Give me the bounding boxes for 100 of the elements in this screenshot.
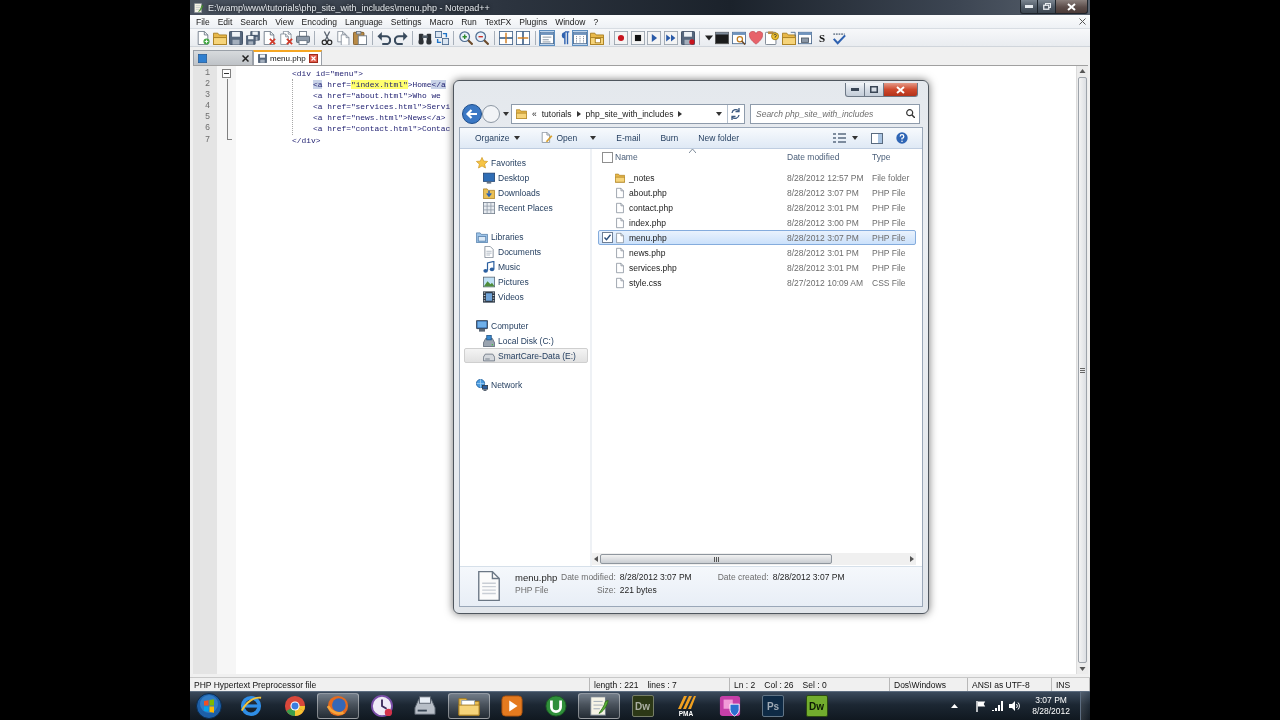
scrollbar[interactable] bbox=[1076, 66, 1088, 674]
maximize-button[interactable] bbox=[1038, 0, 1056, 14]
command-button[interactable]: E-mail bbox=[606, 133, 651, 143]
nav-item[interactable]: Videos bbox=[464, 289, 588, 304]
checkbox[interactable] bbox=[602, 232, 613, 243]
tab[interactable] bbox=[193, 50, 253, 65]
play-icon[interactable] bbox=[647, 30, 662, 45]
file-row[interactable]: menu.php 8/28/2012 3:07 PM PHP File bbox=[598, 230, 916, 245]
menu-item[interactable]: Macro bbox=[425, 16, 458, 27]
command-button[interactable]: New folder bbox=[688, 133, 749, 143]
menu-item[interactable]: Settings bbox=[386, 16, 426, 27]
undo-icon[interactable] bbox=[377, 30, 392, 45]
window-lines-icon[interactable] bbox=[540, 30, 555, 45]
view-options-icon[interactable] bbox=[833, 133, 846, 143]
menu-item[interactable]: TextFX bbox=[480, 16, 516, 27]
file-row[interactable]: contact.php 8/28/2012 3:01 PM PHP File bbox=[598, 200, 916, 215]
minimize-button[interactable] bbox=[1020, 0, 1038, 14]
menu-item[interactable]: Search bbox=[236, 16, 272, 27]
scissors-icon[interactable] bbox=[319, 30, 334, 45]
caret-up-icon[interactable] bbox=[951, 704, 959, 708]
nav-item[interactable]: SmartCare-Data (E:) bbox=[464, 348, 588, 363]
taskbar-button[interactable]: Dw bbox=[795, 693, 838, 719]
file-row[interactable]: news.php 8/28/2012 3:01 PM PHP File bbox=[598, 245, 916, 260]
clipboard-icon[interactable] bbox=[352, 30, 367, 45]
taskbar-button[interactable] bbox=[447, 693, 490, 719]
window-columns-icon[interactable] bbox=[573, 30, 588, 45]
taskbar-button[interactable]: Ps bbox=[752, 693, 794, 719]
scrollbar[interactable] bbox=[592, 553, 916, 565]
address-bar[interactable]: « tutorials php_site_with_includes bbox=[511, 103, 745, 124]
tab[interactable]: menu.php bbox=[253, 50, 322, 65]
nav-item[interactable]: Network bbox=[464, 377, 588, 392]
file-row[interactable]: style.css 8/27/2012 10:09 AM CSS File bbox=[598, 275, 916, 290]
menu-item[interactable]: Run bbox=[457, 16, 481, 27]
new-page-icon[interactable] bbox=[196, 30, 210, 45]
minimize-button[interactable] bbox=[845, 83, 865, 97]
column-header[interactable]: Date modified bbox=[787, 149, 872, 165]
nav-item[interactable]: Pictures bbox=[464, 274, 588, 289]
menu-item[interactable]: Language bbox=[341, 16, 387, 27]
back-icon[interactable] bbox=[462, 103, 482, 124]
nav-item[interactable]: Libraries bbox=[464, 229, 588, 244]
swap-arrows-icon[interactable] bbox=[434, 30, 449, 45]
stacked-windows-icon[interactable] bbox=[499, 30, 514, 45]
zoom-out-icon[interactable] bbox=[475, 30, 490, 45]
caret-down-icon[interactable] bbox=[503, 111, 509, 116]
scrollbar-thumb[interactable] bbox=[600, 554, 832, 564]
scroll-right-icon[interactable] bbox=[910, 556, 914, 562]
command-button[interactable]: Burn bbox=[650, 133, 689, 143]
show-desktop-button[interactable] bbox=[1080, 692, 1090, 720]
dropdown-button[interactable]: Open bbox=[529, 132, 607, 144]
pages-close-icon[interactable] bbox=[278, 30, 293, 45]
maximize-button[interactable] bbox=[865, 83, 884, 97]
heart-icon[interactable] bbox=[748, 30, 763, 45]
flag-icon[interactable] bbox=[976, 700, 987, 712]
menu-item[interactable]: Plugins bbox=[515, 16, 552, 27]
file-row[interactable]: about.php 8/28/2012 3:07 PM PHP File bbox=[598, 185, 916, 200]
breadcrumb[interactable]: tutorials bbox=[541, 108, 572, 119]
terminal-icon[interactable] bbox=[715, 30, 730, 45]
spellcheck-icon[interactable] bbox=[831, 30, 846, 45]
fold-toggle-icon[interactable] bbox=[222, 68, 231, 78]
breadcrumb-overflow[interactable]: « bbox=[532, 108, 537, 119]
nav-item[interactable]: Local Disk (C:) bbox=[464, 333, 588, 348]
zoom-in-icon[interactable] bbox=[458, 30, 473, 45]
menu-item[interactable]: File bbox=[192, 16, 214, 27]
folder-icon[interactable] bbox=[781, 30, 796, 45]
menu-item[interactable]: ? bbox=[589, 16, 603, 27]
nav-item[interactable]: Music bbox=[464, 259, 588, 274]
scroll-left-icon[interactable] bbox=[594, 556, 598, 562]
floppy-disks-icon[interactable] bbox=[245, 30, 260, 45]
nav-item[interactable]: Computer bbox=[464, 318, 588, 333]
fast-forward-icon[interactable] bbox=[664, 30, 678, 45]
nav-item[interactable]: Documents bbox=[464, 244, 588, 259]
taskbar-button[interactable] bbox=[317, 693, 359, 719]
speaker-icon[interactable] bbox=[1009, 701, 1021, 711]
nav-item[interactable]: Favorites bbox=[464, 155, 588, 170]
file-row[interactable]: index.php 8/28/2012 3:00 PM PHP File bbox=[598, 215, 916, 230]
menu-item[interactable]: Encoding bbox=[297, 16, 342, 27]
close-button[interactable] bbox=[884, 83, 918, 97]
letter-button[interactable]: S bbox=[814, 30, 829, 45]
nav-item[interactable]: Downloads bbox=[464, 185, 588, 200]
window-magnifier-icon[interactable] bbox=[731, 30, 746, 45]
nav-item[interactable]: Recent Places bbox=[464, 200, 588, 215]
column-header[interactable]: Type bbox=[872, 149, 920, 165]
preview-pane-icon[interactable] bbox=[871, 132, 883, 144]
file-row[interactable]: _notes 8/28/2012 12:57 PM File folder bbox=[598, 170, 916, 185]
column-header[interactable]: Name bbox=[615, 149, 787, 165]
close-icon[interactable] bbox=[1079, 18, 1086, 25]
dropdown-button[interactable]: Organize bbox=[465, 133, 530, 143]
taskbar-button[interactable]: Dw bbox=[621, 693, 664, 719]
open-folder-icon[interactable] bbox=[212, 30, 227, 45]
select-all-checkbox[interactable] bbox=[602, 151, 613, 163]
menu-item[interactable]: Edit bbox=[213, 16, 237, 27]
search-field[interactable]: Search php_site_with_includes bbox=[750, 103, 920, 124]
start-orb-icon[interactable] bbox=[196, 693, 222, 719]
caret-down-icon[interactable] bbox=[716, 111, 722, 116]
menu-item[interactable]: View bbox=[271, 16, 298, 27]
close-icon[interactable] bbox=[242, 54, 249, 62]
close-icon[interactable] bbox=[308, 54, 318, 63]
signal-bars-icon[interactable] bbox=[992, 701, 1004, 711]
scrollbar-thumb[interactable] bbox=[1078, 77, 1087, 663]
folder-note-icon[interactable] bbox=[590, 30, 605, 45]
